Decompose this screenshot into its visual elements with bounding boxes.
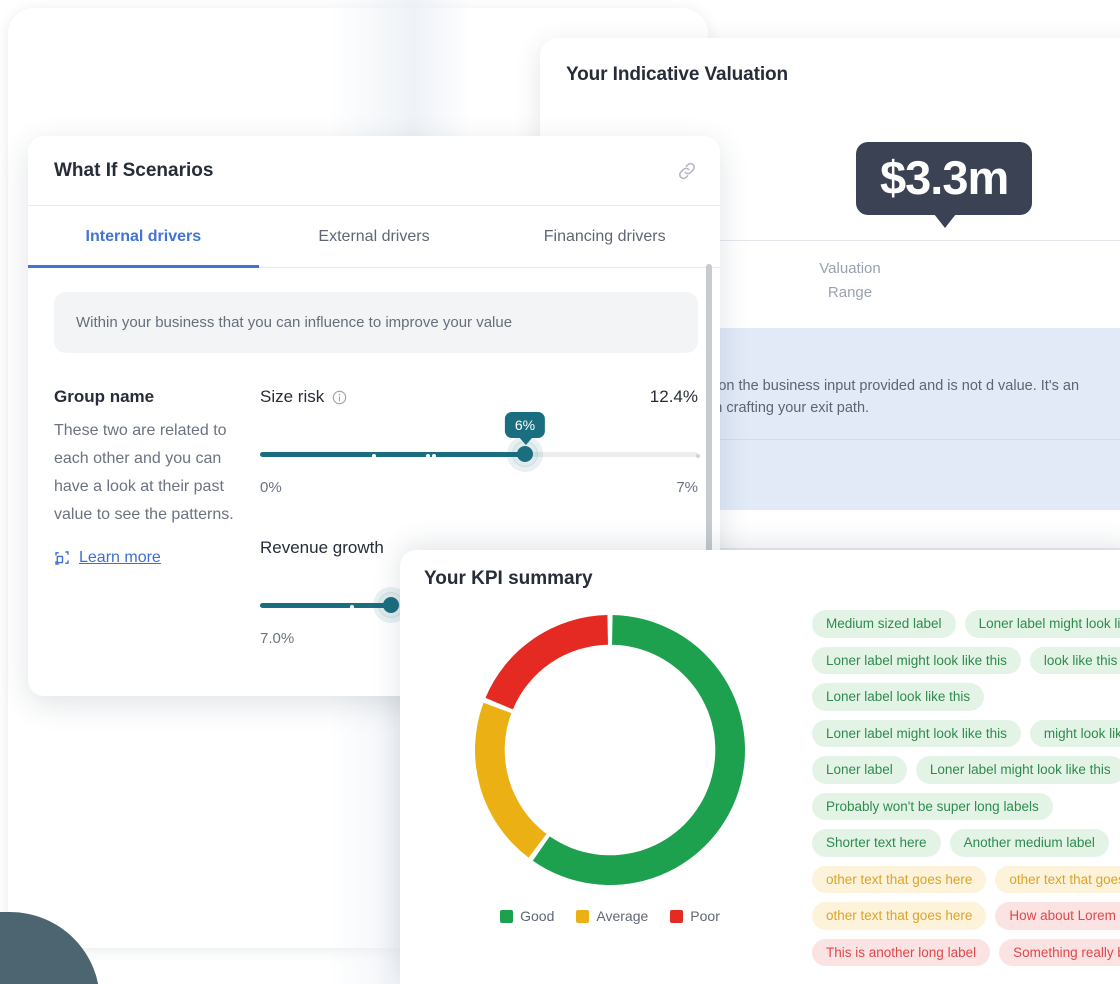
slider-track-fill <box>260 452 525 457</box>
pill-row: This is another long label Something real… <box>812 938 1120 966</box>
slider-max-label: 7% <box>676 479 698 496</box>
kpi-pill-good[interactable]: Probably won't be super long labels <box>812 792 1053 820</box>
kpi-pill-good[interactable]: might look like this <box>1029 719 1120 747</box>
group-name: Group name <box>54 387 155 406</box>
tab-external-drivers[interactable]: External drivers <box>259 206 490 267</box>
valuation-card-title: Your Indicative Valuation <box>566 64 789 85</box>
screenshot-root: Your Indicative Valuation $3.3m Valuatio… <box>0 0 1120 984</box>
drivers-description: Within your business that you can influe… <box>54 292 698 353</box>
slider-tooltip: 6% <box>504 412 546 445</box>
tab-external-drivers-label: External drivers <box>318 227 430 245</box>
what-if-title: What If Scenarios <box>54 160 214 181</box>
legend-swatch-poor <box>670 909 684 923</box>
legend-item-poor: Poor <box>670 908 720 924</box>
slider-tick-end <box>695 453 700 458</box>
kpi-pill-good[interactable]: Another medium label <box>949 829 1109 857</box>
valuation-amount-bubble: $3.3m <box>856 142 1033 228</box>
kpi-donut-chart <box>460 600 760 910</box>
kpi-pill-good[interactable]: Loner label <box>812 756 907 784</box>
slider-size-risk: Size risk 12.4% 6% 0% 7% <box>260 387 700 496</box>
expand-icon <box>54 550 70 566</box>
pill-row: Shorter text here Another medium label <box>812 829 1120 857</box>
link-icon[interactable] <box>676 160 698 182</box>
tab-financing-drivers[interactable]: Financing drivers <box>489 206 720 267</box>
slider-label: Size risk <box>260 387 325 406</box>
slider-label-wrap: Size risk <box>260 387 347 407</box>
slider-header: Size risk 12.4% <box>260 387 698 407</box>
tab-internal-drivers-label: Internal drivers <box>85 227 202 245</box>
slider-range-labels: 0% 7% <box>260 479 698 496</box>
pill-row: Loner label might look like this look lik… <box>812 646 1120 674</box>
kpi-pill-avg[interactable]: other text that goes here <box>995 865 1120 893</box>
pill-row: other text that goes here other text that… <box>812 865 1120 893</box>
learn-more-link[interactable]: Learn more <box>54 549 236 567</box>
kpi-pill-avg[interactable]: other text that goes here <box>812 865 987 893</box>
kpi-pill-good[interactable]: look like this <box>1029 646 1120 674</box>
kpi-pill-poor[interactable]: Something really bad here <box>999 938 1120 966</box>
legend-label-average: Average <box>596 908 649 924</box>
slider-tick <box>432 453 437 458</box>
slider-thumb[interactable]: 6% <box>504 412 546 467</box>
kpi-pill-good[interactable]: Shorter text here <box>812 829 941 857</box>
kpi-pill-good[interactable]: Loner label might look like this <box>964 610 1120 638</box>
slider-track-wrap[interactable]: 6% <box>260 412 700 477</box>
pill-row: Loner label look like this <box>812 683 1120 711</box>
pill-row: other text that goes here How about Lorem… <box>812 902 1120 930</box>
legend-swatch-average <box>576 909 590 923</box>
valuation-amount: $3.3m <box>880 151 1009 204</box>
tab-internal-drivers[interactable]: Internal drivers <box>28 206 259 268</box>
donut-slice-poor <box>485 615 608 710</box>
tab-financing-drivers-label: Financing drivers <box>543 227 666 245</box>
slider-min-label: 0% <box>260 479 282 496</box>
kpi-pill-good[interactable]: Medium sized label <box>812 610 956 638</box>
bubble-tail-icon <box>934 214 957 228</box>
kpi-pill-poor[interactable]: This is another long label <box>812 938 991 966</box>
kpi-pill-avg[interactable]: other text that goes here <box>812 902 987 930</box>
kpi-summary-title: Your KPI summary <box>424 568 593 589</box>
driver-tabs: Internal drivers External drivers Financ… <box>28 206 720 268</box>
group-column: Group name These two are related to each… <box>54 387 260 647</box>
kpi-label-pills: Medium sized label Loner label might look… <box>812 610 1120 975</box>
scrollbar-thumb[interactable] <box>706 264 712 554</box>
donut-slice-average <box>475 702 547 858</box>
slider-value: 12.4% <box>649 387 698 406</box>
kpi-summary-card: Your KPI summary Good Average Poor Mediu… <box>400 550 1120 984</box>
legend-item-good: Good <box>500 908 554 924</box>
donut-slice-good <box>532 615 745 885</box>
what-if-header: What If Scenarios <box>28 136 720 206</box>
kpi-pill-good[interactable]: Loner label might look like this <box>812 646 1021 674</box>
legend-label-good: Good <box>520 908 555 924</box>
kpi-pill-good[interactable]: Loner label might look like this <box>812 719 1021 747</box>
kpi-pill-good[interactable]: Loner label might look like this <box>915 756 1120 784</box>
slider-label-wrap: Revenue growth <box>260 538 384 558</box>
donut-svg <box>475 615 745 885</box>
legend-swatch-good <box>500 909 514 923</box>
info-icon[interactable] <box>332 390 347 405</box>
donut-legend: Good Average Poor <box>460 908 760 924</box>
slider-label: Revenue growth <box>260 538 384 557</box>
legend-item-average: Average <box>576 908 648 924</box>
learn-more-label: Learn more <box>79 549 161 566</box>
pill-row: Loner label might look like this might lo… <box>812 719 1120 747</box>
slider-tick <box>372 453 377 458</box>
slider-track-fill <box>260 603 392 608</box>
kpi-pill-good[interactable]: Loner label look like this <box>812 683 985 711</box>
legend-label-poor: Poor <box>690 908 720 924</box>
pill-row: Medium sized label Loner label might look… <box>812 610 1120 638</box>
pill-row: Probably won't be super long labels <box>812 792 1120 820</box>
kpi-pill-poor[interactable]: How about Lorem Ipsum <box>995 902 1120 930</box>
slider-tick <box>349 604 354 609</box>
slider-min-label: 7.0% <box>260 630 295 647</box>
pill-row: Loner label Loner label might look like t… <box>812 756 1120 784</box>
group-description: These two are related to each other and … <box>54 422 234 523</box>
